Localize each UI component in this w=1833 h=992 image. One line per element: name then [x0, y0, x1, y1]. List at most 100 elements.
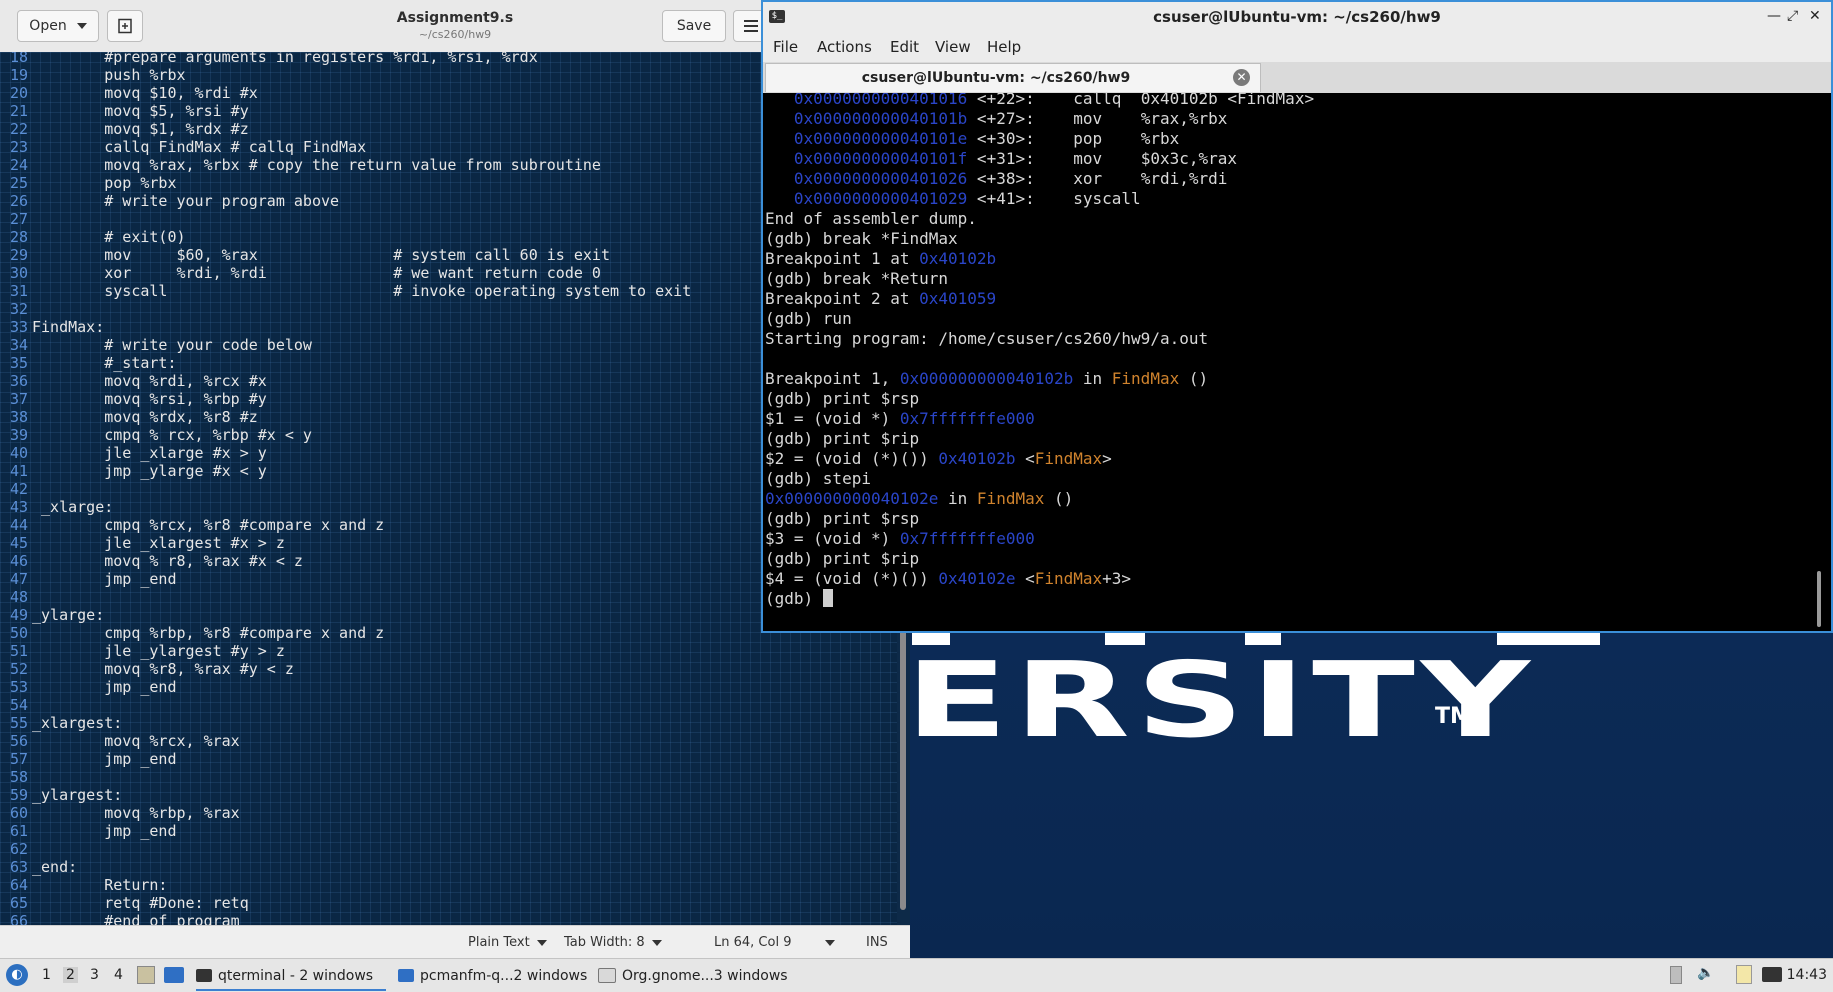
- terminal-text: (gdb) print $rsp: [765, 509, 920, 528]
- line-number: 32: [9, 300, 28, 318]
- close-icon[interactable]: ✕: [1809, 8, 1821, 24]
- workspace-2[interactable]: 2: [63, 967, 78, 983]
- line-number: 41: [9, 462, 28, 480]
- line-number: 33: [9, 318, 28, 336]
- terminal-titlebar[interactable]: $_ csuser@lUbuntu-vm: ~/cs260/hw9 — ⤢ ✕: [763, 2, 1831, 32]
- menu-actions[interactable]: Actions: [817, 38, 872, 56]
- show-desktop-icon[interactable]: [164, 967, 184, 983]
- workspace-1[interactable]: 1: [42, 967, 51, 983]
- workspace-4[interactable]: 4: [114, 967, 123, 983]
- terminal-text: <: [1015, 569, 1035, 588]
- task-pcmanfm[interactable]: pcmanfm-q...2 windows: [398, 962, 588, 989]
- workspace-3[interactable]: 3: [90, 967, 99, 983]
- tab-close-icon[interactable]: ✕: [1233, 69, 1250, 86]
- task-qterminal[interactable]: qterminal - 2 windows: [196, 962, 386, 991]
- code-text: _ylarge:: [32, 606, 105, 624]
- open-button[interactable]: Open: [17, 10, 99, 42]
- menu-file[interactable]: File: [773, 38, 798, 56]
- terminal-line: 0x000000000040101e <+30>: pop %rbx: [765, 129, 1314, 149]
- terminal-text: Breakpoint 1 at: [765, 249, 920, 268]
- code-text: movq $5, %rsi #y: [32, 102, 249, 120]
- code-text: callq FindMax # callq FindMax: [32, 138, 367, 156]
- task-label: qterminal - 2 windows: [218, 967, 374, 984]
- start-menu-icon[interactable]: ◐: [6, 964, 28, 986]
- code-text: movq %rbp, %rax: [32, 804, 240, 822]
- new-document-button[interactable]: [107, 10, 143, 42]
- terminal-text: End of assembler dump.: [765, 209, 977, 228]
- chevron-down-icon: [825, 939, 836, 946]
- chevron-down-icon: [651, 939, 662, 946]
- tab-width-selector[interactable]: Tab Width: 8: [564, 935, 662, 950]
- terminal-text: <+22>: callq 0x40102b <FindMax>: [967, 93, 1315, 108]
- function-name: FindMax: [1111, 369, 1180, 388]
- line-number: 48: [9, 588, 28, 606]
- terminal-line: (gdb) stepi: [765, 469, 1314, 489]
- terminal-line: $2 = (void (*)()) 0x40102b <FindMax>: [765, 449, 1314, 469]
- volume-icon[interactable]: 🔈: [1697, 965, 1714, 981]
- terminal-line: Starting program: /home/csuser/cs260/hw9…: [765, 329, 1314, 349]
- terminal-line: 0x000000000040101b <+27>: mov %rax,%rbx: [765, 109, 1314, 129]
- line-number: 31: [9, 282, 28, 300]
- task-label: pcmanfm-q...2 windows: [420, 967, 588, 984]
- memory-address: 0x7fffffffe000: [899, 529, 1035, 548]
- terminal-line: (gdb): [765, 589, 1314, 609]
- code-text: movq % r8, %rax #x < z: [32, 552, 303, 570]
- terminal-line: Breakpoint 1, 0x000000000040102b in Find…: [765, 369, 1314, 389]
- terminal-window-title: csuser@lUbuntu-vm: ~/cs260/hw9: [1153, 8, 1441, 26]
- terminal-line: (gdb) run: [765, 309, 1314, 329]
- code-line: 52 movq %r8, %rax #y < z: [0, 660, 897, 678]
- terminal-text: <+30>: pop %rbx: [967, 129, 1180, 148]
- line-number: 40: [9, 444, 28, 462]
- save-button[interactable]: Save: [662, 10, 726, 42]
- line-number: 50: [9, 624, 28, 642]
- chevron-down-icon: [536, 939, 547, 946]
- terminal-line: $1 = (void *) 0x7fffffffe000: [765, 409, 1314, 429]
- menu-help[interactable]: Help: [987, 38, 1021, 56]
- line-number: 65: [9, 894, 28, 912]
- terminal-text: (gdb) print $rip: [765, 429, 920, 448]
- line-number: 62: [9, 840, 28, 858]
- terminal-tab[interactable]: csuser@lUbuntu-vm: ~/cs260/hw9 ✕: [765, 63, 1261, 92]
- terminal-output[interactable]: 0x0000000000401016 <+22>: callq 0x40102b…: [763, 93, 1831, 631]
- clipboard-icon[interactable]: [1736, 965, 1752, 984]
- line-number: 36: [9, 372, 28, 390]
- code-text: _xlarge:: [32, 498, 114, 516]
- language-selector[interactable]: Plain Text: [468, 935, 547, 950]
- maximize-icon[interactable]: ⤢: [1787, 8, 1798, 24]
- terminal-text: (): [1179, 369, 1209, 388]
- memory-address: 0x0000000000401016: [793, 93, 968, 108]
- line-number: 29: [9, 246, 28, 264]
- line-number: 18: [9, 52, 28, 66]
- wallpaper-trademark: TM: [1435, 704, 1472, 729]
- memory-address: 0x0000000000401029: [793, 189, 968, 208]
- terminal-line: End of assembler dump.: [765, 209, 1314, 229]
- line-number: 54: [9, 696, 28, 714]
- code-line: 61 jmp _end: [0, 822, 897, 840]
- terminal-line: (gdb) print $rip: [765, 549, 1314, 569]
- menu-view[interactable]: View: [935, 38, 971, 56]
- terminal-scroll-thumb[interactable]: [1817, 571, 1821, 627]
- line-number: 20: [9, 84, 28, 102]
- network-icon[interactable]: [1670, 966, 1682, 984]
- task-gnome[interactable]: Org.gnome...3 windows: [598, 962, 798, 989]
- cursor-position-selector[interactable]: Ln 64, Col 9: [714, 935, 836, 950]
- terminal-text: (gdb): [765, 589, 823, 608]
- code-line: 58: [0, 768, 897, 786]
- terminal-text: <: [1015, 449, 1035, 468]
- display-icon[interactable]: [1762, 967, 1782, 982]
- file-manager-icon[interactable]: [137, 966, 155, 984]
- menu-edit[interactable]: Edit: [890, 38, 919, 56]
- line-number: 19: [9, 66, 28, 84]
- terminal-scrollbar[interactable]: [1809, 93, 1831, 631]
- open-button-label: Open: [29, 18, 67, 34]
- minimize-icon[interactable]: —: [1767, 8, 1781, 24]
- code-text: movq %rax, %rbx # copy the return value …: [32, 156, 601, 174]
- code-text: jle _xlargest #x > z: [32, 534, 285, 552]
- terminal-text: Breakpoint 2 at: [765, 289, 920, 308]
- terminal-text: >: [1102, 449, 1112, 468]
- clock[interactable]: 14:43: [1787, 967, 1827, 983]
- code-line: 62: [0, 840, 897, 858]
